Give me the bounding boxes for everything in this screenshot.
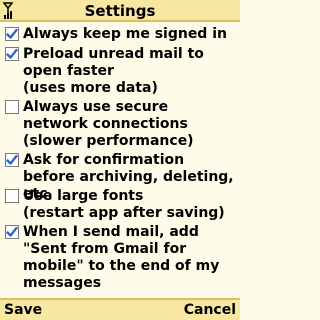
- checkbox[interactable]: [5, 47, 19, 61]
- checkbox[interactable]: [5, 27, 19, 41]
- option-label: Preload unread mail to open faster (uses…: [23, 46, 204, 96]
- option-label: When I send mail, add "Sent from Gmail f…: [23, 224, 220, 291]
- checkbox[interactable]: [5, 100, 19, 114]
- checkbox[interactable]: [5, 153, 19, 167]
- checkmark-icon: [6, 226, 18, 237]
- checkmark-icon: [6, 28, 18, 39]
- title-bar: Settings: [0, 0, 240, 22]
- save-button[interactable]: Save: [4, 302, 42, 319]
- option-label: Use large fonts (restart app after savin…: [23, 188, 225, 221]
- page-title: Settings: [84, 2, 156, 20]
- checkbox[interactable]: [5, 225, 19, 239]
- softkey-bar: Save Cancel: [0, 298, 240, 320]
- checkbox[interactable]: [5, 189, 19, 203]
- checkmark-icon: [6, 154, 18, 165]
- cancel-button[interactable]: Cancel: [184, 302, 236, 319]
- checkmark-icon: [6, 48, 18, 59]
- option-label: Always use secure network connections (s…: [23, 99, 194, 149]
- option-label: Always keep me signed in: [23, 26, 227, 42]
